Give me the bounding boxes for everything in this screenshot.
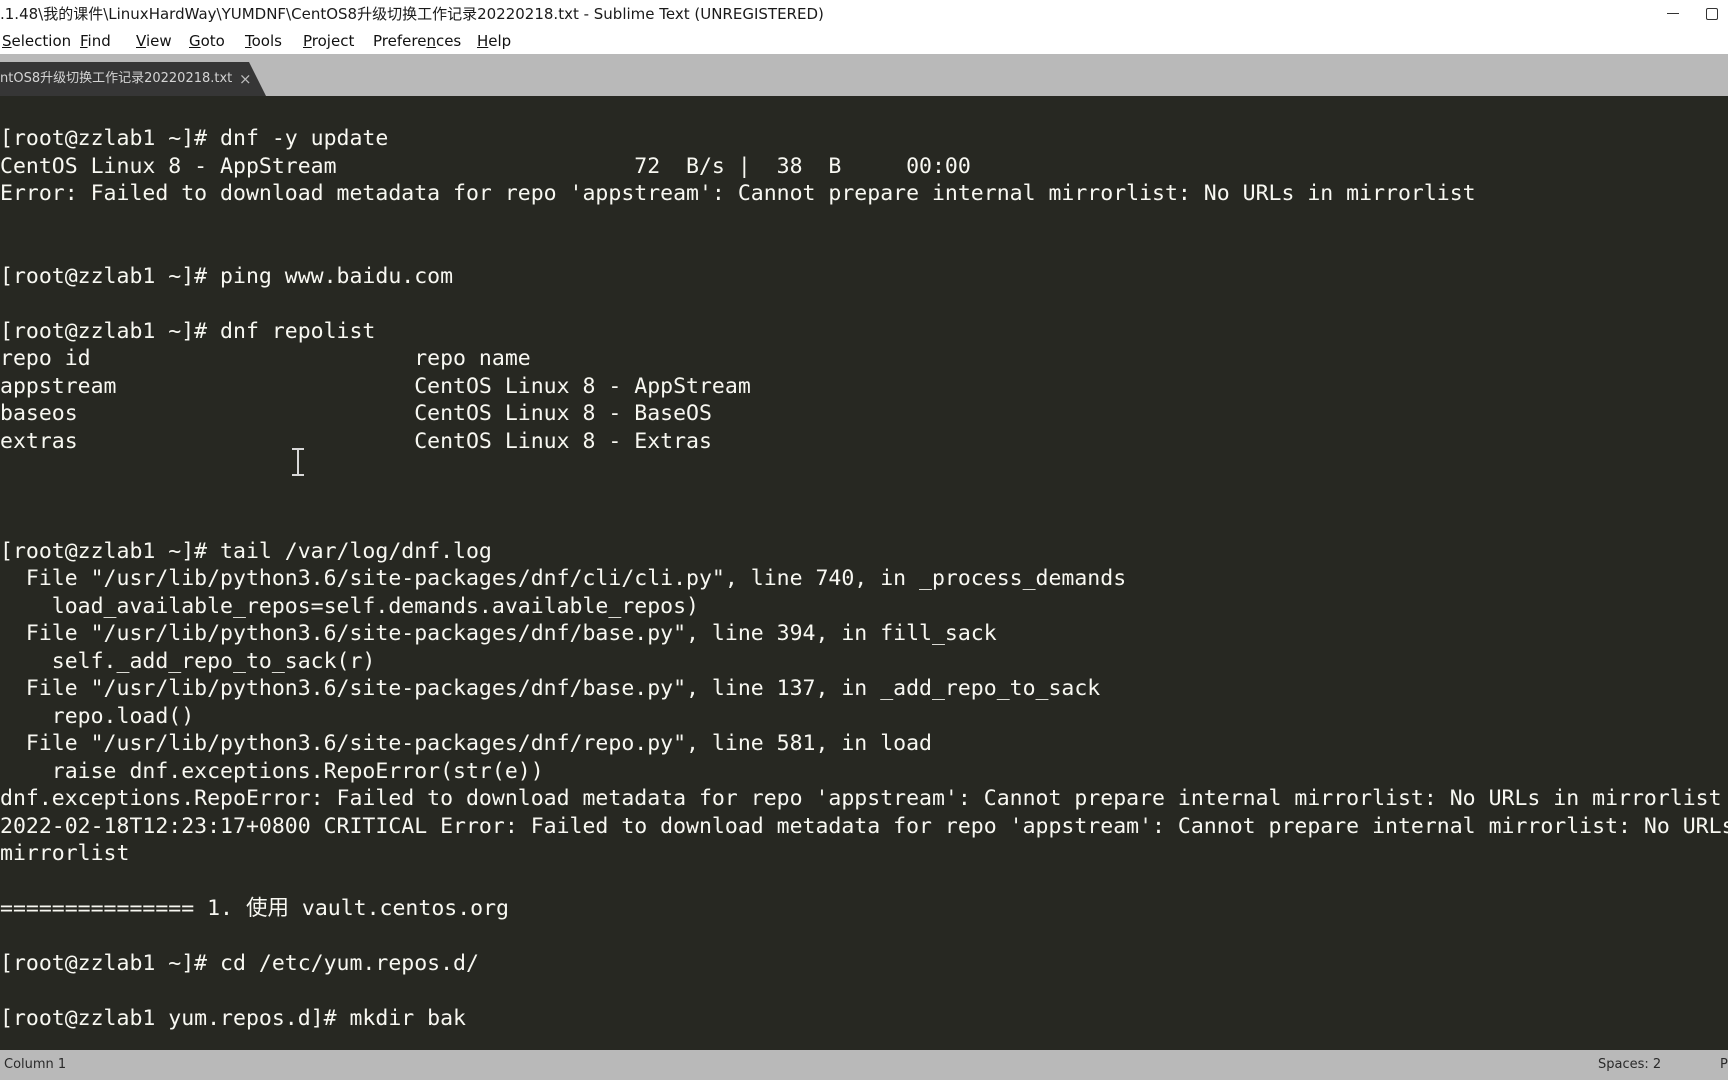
code-line: [root@zzlab1 ~]# dnf -y update bbox=[0, 126, 389, 151]
editor-pane[interactable]: Linux zzlab1 4.18.0-305.7.1.el8_4.x86_64… bbox=[0, 96, 1728, 1050]
code-line: repo id repo name bbox=[0, 346, 531, 371]
menu-view[interactable]: View bbox=[136, 28, 172, 54]
file-tab-label: ntOS8升级切换工作记录20220218.txt bbox=[0, 71, 233, 86]
maximize-icon[interactable] bbox=[1696, 0, 1728, 28]
menu-selection[interactable]: Selection bbox=[2, 28, 71, 54]
code-line: appstream CentOS Linux 8 - AppStream bbox=[0, 373, 751, 399]
menu-tools[interactable]: Tools bbox=[245, 28, 282, 54]
code-line: baseos CentOS Linux 8 - BaseOS bbox=[0, 401, 712, 426]
code-line: [root@zzlab1 yum.repos.d]# mkdir bak bbox=[0, 1006, 466, 1031]
code-line: [root@zzlab1 ~]# dnf repolist bbox=[0, 318, 376, 344]
code-line: Linux zzlab1 4.18.0-305.7.1.el8_4.x86_64… bbox=[0, 96, 1385, 98]
file-tab[interactable]: ntOS8升级切换工作记录20220218.txt × bbox=[0, 62, 266, 96]
code-line: self._add_repo_to_sack(r) bbox=[0, 648, 376, 674]
code-line: Error: Failed to download metadata for r… bbox=[0, 181, 1476, 206]
cursor-position: Column 1 bbox=[4, 1057, 67, 1072]
close-icon[interactable]: × bbox=[239, 62, 252, 96]
menu-project[interactable]: Project bbox=[303, 28, 354, 54]
code-line: CentOS Linux 8 - AppStream 72 B/s | 38 B… bbox=[0, 153, 971, 179]
menu-help[interactable]: Help bbox=[477, 28, 511, 54]
code-line: [root@zzlab1 ~]# tail /var/log/dnf.log bbox=[0, 538, 492, 564]
menu-preferences[interactable]: Preferences bbox=[373, 28, 461, 54]
code-line: repo.load() bbox=[0, 703, 195, 729]
code-line: [root@zzlab1 ~]# ping www.baidu.com bbox=[0, 263, 454, 289]
title-bar: .1.48\我的课件\LinuxHardWay\YUMDNF\CentOS8升级… bbox=[0, 0, 1728, 28]
menu-bar: Selection Find View Goto Tools Project P… bbox=[0, 28, 1728, 54]
indentation-setting[interactable]: Spaces: 2 bbox=[1598, 1050, 1661, 1080]
code-line: 2022-02-18T12:23:17+0800 CRITICAL Error:… bbox=[0, 813, 1728, 839]
menu-find[interactable]: Find bbox=[80, 28, 111, 54]
tab-bar: ntOS8升级切换工作记录20220218.txt × bbox=[0, 54, 1728, 96]
menu-goto[interactable]: Goto bbox=[189, 28, 225, 54]
code-line: raise dnf.exceptions.RepoError(str(e)) bbox=[0, 758, 544, 784]
code-line: load_available_repos=self.demands.availa… bbox=[0, 593, 699, 619]
code-line: extras CentOS Linux 8 - Extras bbox=[0, 428, 712, 454]
code-line: File "/usr/lib/python3.6/site-packages/d… bbox=[0, 621, 997, 646]
code-line: File "/usr/lib/python3.6/site-packages/d… bbox=[0, 566, 1127, 591]
code-line: dnf.exceptions.RepoError: Failed to down… bbox=[0, 786, 1722, 811]
window-title: .1.48\我的课件\LinuxHardWay\YUMDNF\CentOS8升级… bbox=[0, 5, 824, 23]
code-line: File "/usr/lib/python3.6/site-packages/d… bbox=[0, 731, 932, 756]
code-line: mirrorlist bbox=[0, 841, 130, 866]
sublime-window: .1.48\我的课件\LinuxHardWay\YUMDNF\CentOS8升级… bbox=[0, 0, 1728, 1080]
code-line: File "/usr/lib/python3.6/site-packages/d… bbox=[0, 676, 1101, 701]
code-line: [root@zzlab1 ~]# cd /etc/yum.repos.d/ bbox=[0, 951, 479, 976]
syntax-selector[interactable]: P bbox=[1720, 1050, 1728, 1080]
minimize-icon[interactable] bbox=[1650, 0, 1696, 28]
status-bar: Column 1 Spaces: 2 P bbox=[0, 1050, 1728, 1080]
text-cursor-icon bbox=[292, 448, 304, 476]
code-line: =============== 1. 使用 vault.centos.org bbox=[0, 896, 509, 921]
